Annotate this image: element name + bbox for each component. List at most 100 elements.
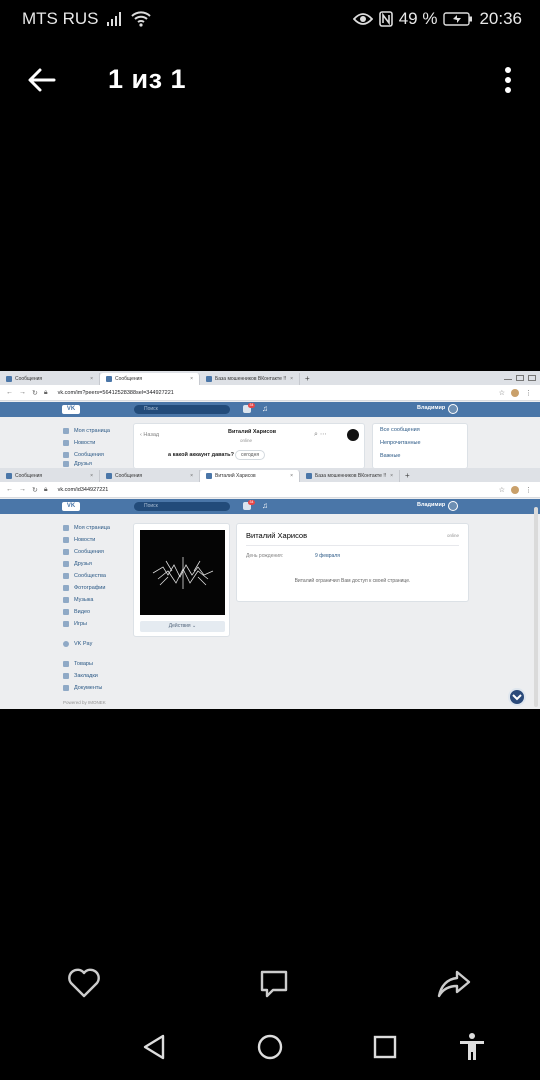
menu-label: Сообщения <box>74 452 104 458</box>
maximize-icon[interactable] <box>516 375 524 381</box>
birthday-value[interactable]: 9 февраля <box>315 553 340 559</box>
vk-search-input[interactable]: Поиск <box>134 502 230 511</box>
nav-home-button[interactable] <box>255 1032 285 1062</box>
chevron-down-icon <box>512 694 522 701</box>
close-icon[interactable]: × <box>90 376 93 382</box>
new-tab-button[interactable]: + <box>300 373 315 385</box>
star-icon <box>63 673 69 679</box>
bottom-tab-2[interactable]: Сообщения × <box>100 470 200 482</box>
vk-favicon <box>206 473 212 479</box>
browser-profile-avatar[interactable] <box>511 485 519 494</box>
actions-dropdown-button[interactable]: Действия ⌄ <box>140 621 225 632</box>
share-button[interactable] <box>435 964 473 1002</box>
bottom-tab-3[interactable]: Виталий Харисов × <box>200 470 300 482</box>
top-tab-2[interactable]: Сообщения × <box>100 373 200 385</box>
profile-online-status: online <box>446 533 459 538</box>
vk-user-avatar[interactable] <box>448 501 458 511</box>
page-scrollbar[interactable] <box>534 507 538 707</box>
star-icon[interactable]: ☆ <box>499 389 505 397</box>
music-icon[interactable]: ♫ <box>262 404 268 413</box>
music-icon[interactable]: ♫ <box>262 501 268 510</box>
chat-back-link[interactable]: ‹ Назад <box>140 432 159 438</box>
menu-item-goods[interactable]: Товары <box>63 658 110 670</box>
window-controls <box>504 375 540 381</box>
url-field[interactable]: vk.com/id344927221 <box>58 487 109 493</box>
messages-icon <box>63 549 69 555</box>
menu-item-messages[interactable]: Сообщения <box>63 546 110 558</box>
browser-back-icon[interactable]: ← <box>6 389 13 396</box>
vk-favicon <box>106 473 112 479</box>
vk-logo[interactable]: VK <box>62 405 80 414</box>
top-tab-1[interactable]: Сообщения × <box>0 373 100 385</box>
nav-recents-button[interactable] <box>370 1032 400 1062</box>
menu-item-friends[interactable]: Друзья <box>63 558 110 570</box>
browser-forward-icon[interactable]: → <box>19 389 26 396</box>
menu-item-messages[interactable]: Сообщения <box>63 449 110 461</box>
top-left-menu: Моя страница Новости Сообщения Друзья <box>63 425 110 467</box>
back-button[interactable] <box>24 62 60 98</box>
close-icon[interactable]: × <box>190 473 193 479</box>
url-field[interactable]: vk.com/im?peers=56412528388sel=344927221 <box>58 390 174 396</box>
vk-search-input[interactable]: Поиск <box>134 405 230 414</box>
menu-item-games[interactable]: Игры <box>63 618 110 630</box>
menu-item-documents[interactable]: Документы <box>63 682 110 694</box>
menu-item-bookmarks[interactable]: Закладки <box>63 670 110 682</box>
close-icon[interactable]: × <box>90 473 93 479</box>
vk-favicon <box>6 376 12 382</box>
menu-item-vkpay[interactable]: VK Pay <box>63 638 110 650</box>
vk-logo[interactable]: VK <box>62 502 80 511</box>
menu-item-news[interactable]: Новости <box>63 534 110 546</box>
more-options-button[interactable] <box>496 62 520 98</box>
filter-all[interactable]: Все сообщения <box>373 424 467 437</box>
close-window-icon[interactable] <box>528 375 536 381</box>
top-tab-3[interactable]: База мошенников ВКонтакте !! × <box>200 373 300 385</box>
browser-back-icon[interactable]: ← <box>6 486 13 493</box>
menu-label: Моя страница <box>74 525 110 531</box>
filter-important[interactable]: Важные <box>373 450 467 463</box>
menu-item-my-page[interactable]: Моя страница <box>63 425 110 437</box>
browser-forward-icon[interactable]: → <box>19 486 26 493</box>
close-icon[interactable]: × <box>390 473 393 479</box>
reload-icon[interactable]: ↻ <box>32 389 38 397</box>
chat-contact-name[interactable]: Виталий Харисов <box>228 429 276 435</box>
star-icon[interactable]: ☆ <box>499 486 505 494</box>
close-icon[interactable]: × <box>190 376 193 382</box>
new-tab-button[interactable]: + <box>400 470 415 482</box>
vk-username[interactable]: Владимир <box>417 502 445 508</box>
menu-label: Новости <box>74 537 96 543</box>
scroll-down-button[interactable] <box>508 688 526 706</box>
menu-item-communities[interactable]: Сообщества <box>63 570 110 582</box>
menu-item-news[interactable]: Новости <box>63 437 110 449</box>
bottom-tab-1[interactable]: Сообщения × <box>0 470 100 482</box>
menu-label: Друзья <box>74 561 92 567</box>
photo-image[interactable]: Сообщения × Сообщения × База мошенников … <box>0 371 540 709</box>
close-icon[interactable]: × <box>290 376 293 382</box>
menu-dots-icon[interactable]: ⋮ <box>525 486 532 494</box>
menu-item-friends[interactable]: Друзья <box>63 461 110 467</box>
accessibility-button[interactable] <box>457 1032 487 1062</box>
news-icon <box>63 440 69 446</box>
menu-item-my-page[interactable]: Моя страница <box>63 522 110 534</box>
filter-unread[interactable]: Непрочитанные <box>373 437 467 450</box>
menu-label: Друзья <box>74 461 92 467</box>
minimize-icon[interactable] <box>504 379 512 380</box>
browser-profile-avatar[interactable] <box>511 388 519 397</box>
menu-dots-icon[interactable]: ⋮ <box>525 389 532 397</box>
vk-username[interactable]: Владимир <box>417 405 445 411</box>
menu-item-photos[interactable]: Фотографии <box>63 582 110 594</box>
nav-back-button[interactable] <box>140 1032 170 1062</box>
chat-contact-avatar[interactable] <box>347 429 359 441</box>
profile-name: Виталий Харисов <box>246 531 308 540</box>
vk-user-avatar[interactable] <box>448 404 458 414</box>
browser-actions: ☆ ⋮ <box>499 388 540 397</box>
menu-item-video[interactable]: Видео <box>63 606 110 618</box>
like-button[interactable] <box>65 964 103 1002</box>
bottom-tab-4[interactable]: База мошенников ВКонтакте !! × <box>300 470 400 482</box>
profile-photo[interactable] <box>140 530 225 615</box>
reload-icon[interactable]: ↻ <box>32 486 38 494</box>
status-left: MTS RUS <box>22 9 151 29</box>
close-icon[interactable]: × <box>290 473 293 479</box>
chat-actions[interactable]: ⌕ ⋯ <box>314 430 327 439</box>
comment-button[interactable] <box>255 964 293 1002</box>
menu-item-music[interactable]: Музыка <box>63 594 110 606</box>
